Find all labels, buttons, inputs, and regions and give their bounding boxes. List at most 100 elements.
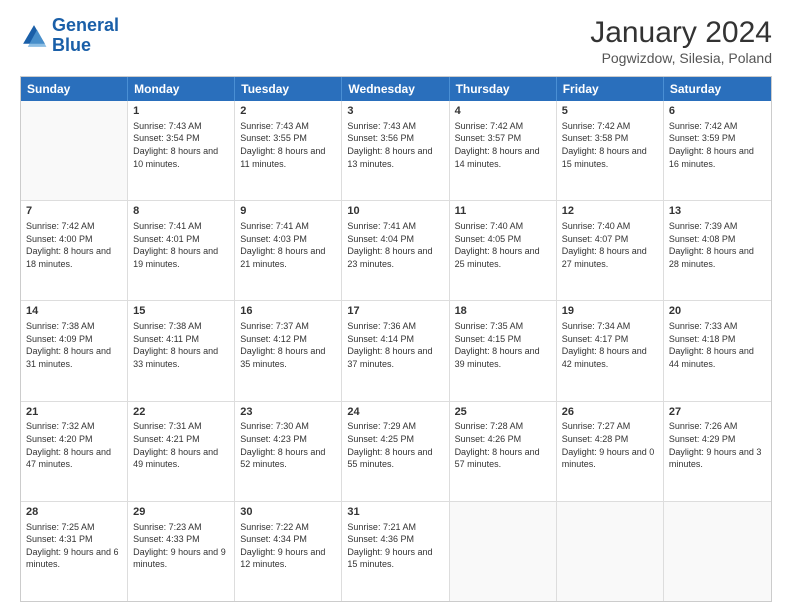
day-number: 3 <box>347 104 443 119</box>
cell-info: Sunrise: 7:38 AM Sunset: 4:11 PM Dayligh… <box>133 320 229 370</box>
day-number: 24 <box>347 405 443 420</box>
cell-info: Sunrise: 7:43 AM Sunset: 3:54 PM Dayligh… <box>133 120 229 170</box>
calendar-week-5: 28Sunrise: 7:25 AM Sunset: 4:31 PM Dayli… <box>21 502 771 601</box>
day-number: 10 <box>347 204 443 219</box>
day-number: 14 <box>26 304 122 319</box>
day-number: 16 <box>240 304 336 319</box>
calendar-cell: 8Sunrise: 7:41 AM Sunset: 4:01 PM Daylig… <box>128 201 235 300</box>
day-number: 25 <box>455 405 551 420</box>
day-number: 13 <box>669 204 766 219</box>
calendar-cell: 4Sunrise: 7:42 AM Sunset: 3:57 PM Daylig… <box>450 101 557 200</box>
cell-info: Sunrise: 7:31 AM Sunset: 4:21 PM Dayligh… <box>133 420 229 470</box>
day-number: 9 <box>240 204 336 219</box>
calendar-week-2: 7Sunrise: 7:42 AM Sunset: 4:00 PM Daylig… <box>21 201 771 301</box>
cell-info: Sunrise: 7:30 AM Sunset: 4:23 PM Dayligh… <box>240 420 336 470</box>
header-day-friday: Friday <box>557 77 664 101</box>
calendar-header-row: SundayMondayTuesdayWednesdayThursdayFrid… <box>21 77 771 101</box>
calendar-cell: 28Sunrise: 7:25 AM Sunset: 4:31 PM Dayli… <box>21 502 128 601</box>
logo-line1: General <box>52 15 119 35</box>
calendar-week-3: 14Sunrise: 7:38 AM Sunset: 4:09 PM Dayli… <box>21 301 771 401</box>
calendar-cell: 27Sunrise: 7:26 AM Sunset: 4:29 PM Dayli… <box>664 402 771 501</box>
calendar: SundayMondayTuesdayWednesdayThursdayFrid… <box>20 76 772 602</box>
cell-info: Sunrise: 7:29 AM Sunset: 4:25 PM Dayligh… <box>347 420 443 470</box>
day-number: 15 <box>133 304 229 319</box>
cell-info: Sunrise: 7:43 AM Sunset: 3:55 PM Dayligh… <box>240 120 336 170</box>
title-block: January 2024 Pogwizdow, Silesia, Poland <box>590 16 772 66</box>
header-day-sunday: Sunday <box>21 77 128 101</box>
calendar-cell: 9Sunrise: 7:41 AM Sunset: 4:03 PM Daylig… <box>235 201 342 300</box>
calendar-week-1: 1Sunrise: 7:43 AM Sunset: 3:54 PM Daylig… <box>21 101 771 201</box>
calendar-cell: 13Sunrise: 7:39 AM Sunset: 4:08 PM Dayli… <box>664 201 771 300</box>
calendar-cell: 26Sunrise: 7:27 AM Sunset: 4:28 PM Dayli… <box>557 402 664 501</box>
calendar-cell: 23Sunrise: 7:30 AM Sunset: 4:23 PM Dayli… <box>235 402 342 501</box>
calendar-cell: 20Sunrise: 7:33 AM Sunset: 4:18 PM Dayli… <box>664 301 771 400</box>
cell-info: Sunrise: 7:36 AM Sunset: 4:14 PM Dayligh… <box>347 320 443 370</box>
calendar-title: January 2024 <box>590 16 772 50</box>
header-day-saturday: Saturday <box>664 77 771 101</box>
calendar-cell: 17Sunrise: 7:36 AM Sunset: 4:14 PM Dayli… <box>342 301 449 400</box>
logo-line2: Blue <box>52 35 91 55</box>
cell-info: Sunrise: 7:41 AM Sunset: 4:03 PM Dayligh… <box>240 220 336 270</box>
calendar-cell: 16Sunrise: 7:37 AM Sunset: 4:12 PM Dayli… <box>235 301 342 400</box>
cell-info: Sunrise: 7:25 AM Sunset: 4:31 PM Dayligh… <box>26 521 122 571</box>
cell-info: Sunrise: 7:37 AM Sunset: 4:12 PM Dayligh… <box>240 320 336 370</box>
day-number: 17 <box>347 304 443 319</box>
cell-info: Sunrise: 7:22 AM Sunset: 4:34 PM Dayligh… <box>240 521 336 571</box>
calendar-week-4: 21Sunrise: 7:32 AM Sunset: 4:20 PM Dayli… <box>21 402 771 502</box>
day-number: 1 <box>133 104 229 119</box>
calendar-cell: 24Sunrise: 7:29 AM Sunset: 4:25 PM Dayli… <box>342 402 449 501</box>
page: General Blue January 2024 Pogwizdow, Sil… <box>0 0 792 612</box>
day-number: 20 <box>669 304 766 319</box>
calendar-cell: 25Sunrise: 7:28 AM Sunset: 4:26 PM Dayli… <box>450 402 557 501</box>
day-number: 23 <box>240 405 336 420</box>
day-number: 22 <box>133 405 229 420</box>
day-number: 21 <box>26 405 122 420</box>
cell-info: Sunrise: 7:38 AM Sunset: 4:09 PM Dayligh… <box>26 320 122 370</box>
calendar-subtitle: Pogwizdow, Silesia, Poland <box>590 50 772 66</box>
cell-info: Sunrise: 7:34 AM Sunset: 4:17 PM Dayligh… <box>562 320 658 370</box>
day-number: 4 <box>455 104 551 119</box>
calendar-cell: 7Sunrise: 7:42 AM Sunset: 4:00 PM Daylig… <box>21 201 128 300</box>
cell-info: Sunrise: 7:23 AM Sunset: 4:33 PM Dayligh… <box>133 521 229 571</box>
day-number: 8 <box>133 204 229 219</box>
day-number: 29 <box>133 505 229 520</box>
cell-info: Sunrise: 7:42 AM Sunset: 4:00 PM Dayligh… <box>26 220 122 270</box>
cell-info: Sunrise: 7:28 AM Sunset: 4:26 PM Dayligh… <box>455 420 551 470</box>
logo-text: General Blue <box>52 16 119 56</box>
day-number: 2 <box>240 104 336 119</box>
calendar-cell: 29Sunrise: 7:23 AM Sunset: 4:33 PM Dayli… <box>128 502 235 601</box>
calendar-cell <box>664 502 771 601</box>
day-number: 28 <box>26 505 122 520</box>
calendar-cell: 22Sunrise: 7:31 AM Sunset: 4:21 PM Dayli… <box>128 402 235 501</box>
calendar-cell: 19Sunrise: 7:34 AM Sunset: 4:17 PM Dayli… <box>557 301 664 400</box>
cell-info: Sunrise: 7:41 AM Sunset: 4:04 PM Dayligh… <box>347 220 443 270</box>
cell-info: Sunrise: 7:21 AM Sunset: 4:36 PM Dayligh… <box>347 521 443 571</box>
day-number: 27 <box>669 405 766 420</box>
calendar-cell: 31Sunrise: 7:21 AM Sunset: 4:36 PM Dayli… <box>342 502 449 601</box>
calendar-cell: 11Sunrise: 7:40 AM Sunset: 4:05 PM Dayli… <box>450 201 557 300</box>
day-number: 6 <box>669 104 766 119</box>
cell-info: Sunrise: 7:42 AM Sunset: 3:57 PM Dayligh… <box>455 120 551 170</box>
cell-info: Sunrise: 7:40 AM Sunset: 4:05 PM Dayligh… <box>455 220 551 270</box>
calendar-cell: 6Sunrise: 7:42 AM Sunset: 3:59 PM Daylig… <box>664 101 771 200</box>
cell-info: Sunrise: 7:41 AM Sunset: 4:01 PM Dayligh… <box>133 220 229 270</box>
calendar-cell: 15Sunrise: 7:38 AM Sunset: 4:11 PM Dayli… <box>128 301 235 400</box>
day-number: 18 <box>455 304 551 319</box>
day-number: 7 <box>26 204 122 219</box>
cell-info: Sunrise: 7:33 AM Sunset: 4:18 PM Dayligh… <box>669 320 766 370</box>
cell-info: Sunrise: 7:42 AM Sunset: 3:59 PM Dayligh… <box>669 120 766 170</box>
cell-info: Sunrise: 7:42 AM Sunset: 3:58 PM Dayligh… <box>562 120 658 170</box>
calendar-cell <box>557 502 664 601</box>
calendar-cell <box>450 502 557 601</box>
day-number: 12 <box>562 204 658 219</box>
header-day-monday: Monday <box>128 77 235 101</box>
cell-info: Sunrise: 7:35 AM Sunset: 4:15 PM Dayligh… <box>455 320 551 370</box>
cell-info: Sunrise: 7:26 AM Sunset: 4:29 PM Dayligh… <box>669 420 766 470</box>
header-day-wednesday: Wednesday <box>342 77 449 101</box>
calendar-cell: 21Sunrise: 7:32 AM Sunset: 4:20 PM Dayli… <box>21 402 128 501</box>
calendar-cell: 12Sunrise: 7:40 AM Sunset: 4:07 PM Dayli… <box>557 201 664 300</box>
logo-icon <box>20 22 48 50</box>
day-number: 11 <box>455 204 551 219</box>
calendar-cell: 3Sunrise: 7:43 AM Sunset: 3:56 PM Daylig… <box>342 101 449 200</box>
calendar-cell <box>21 101 128 200</box>
